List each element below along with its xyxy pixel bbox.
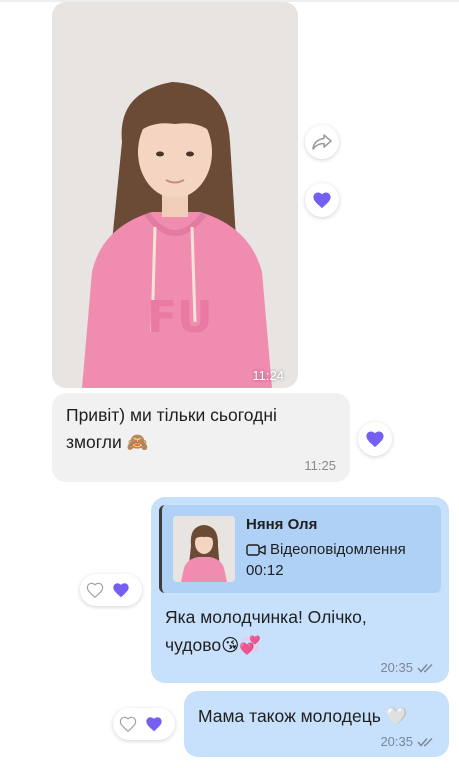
reply-reactions[interactable] [80, 574, 142, 606]
share-button[interactable] [305, 125, 339, 159]
heart-outline-icon[interactable] [119, 716, 137, 732]
quoted-message[interactable]: Няня Оля Відеоповідомлення 00:12 [159, 505, 441, 593]
incoming-text-message[interactable]: Привіт) ми тільки сьогодні змогли 🙈 11:2… [52, 393, 350, 482]
video-camera-icon [246, 544, 266, 556]
message-meta: 20:35 [380, 734, 435, 749]
text-reaction-button[interactable] [358, 422, 392, 456]
double-check-icon [417, 737, 433, 747]
heart-icon[interactable] [112, 582, 130, 598]
message-meta: 20:35 [380, 660, 435, 675]
quote-duration: 00:12 [246, 562, 284, 579]
quote-type: Відеоповідомлення [246, 539, 406, 561]
message-timestamp: 20:35 [380, 734, 413, 749]
heart-icon[interactable] [145, 716, 163, 732]
double-check-icon [417, 663, 433, 673]
outgoing-text-message[interactable]: Мама також молодець 🤍 20:35 [184, 691, 449, 757]
message-text: Яка молодчинка! Олічко, чудово😘💞 [165, 607, 367, 655]
message-timestamp: 20:35 [380, 660, 413, 675]
message-text: Мама також молодець 🤍 [198, 706, 408, 726]
svg-text:FU: FU [147, 292, 213, 343]
incoming-photo-message[interactable]: FU 11:24 [52, 2, 298, 388]
heart-icon [313, 192, 331, 209]
heart-icon [366, 431, 384, 448]
heart-outline-icon[interactable] [86, 582, 104, 598]
share-arrow-icon [312, 134, 332, 150]
photo-reaction-button[interactable] [305, 183, 339, 217]
message-timestamp: 11:25 [304, 458, 336, 473]
photo-image: FU [52, 2, 298, 388]
outgoing-reply-message[interactable]: Няня Оля Відеоповідомлення 00:12 Яка мол… [151, 497, 449, 683]
quote-author: Няня Оля [246, 516, 318, 533]
text-reactions[interactable] [113, 708, 175, 740]
message-text: Привіт) ми тільки сьогодні змогли 🙈 [66, 405, 277, 452]
quote-type-label: Відеоповідомлення [270, 541, 406, 558]
photo-timestamp: 11:24 [252, 368, 284, 383]
quoted-video-thumbnail [173, 516, 235, 582]
